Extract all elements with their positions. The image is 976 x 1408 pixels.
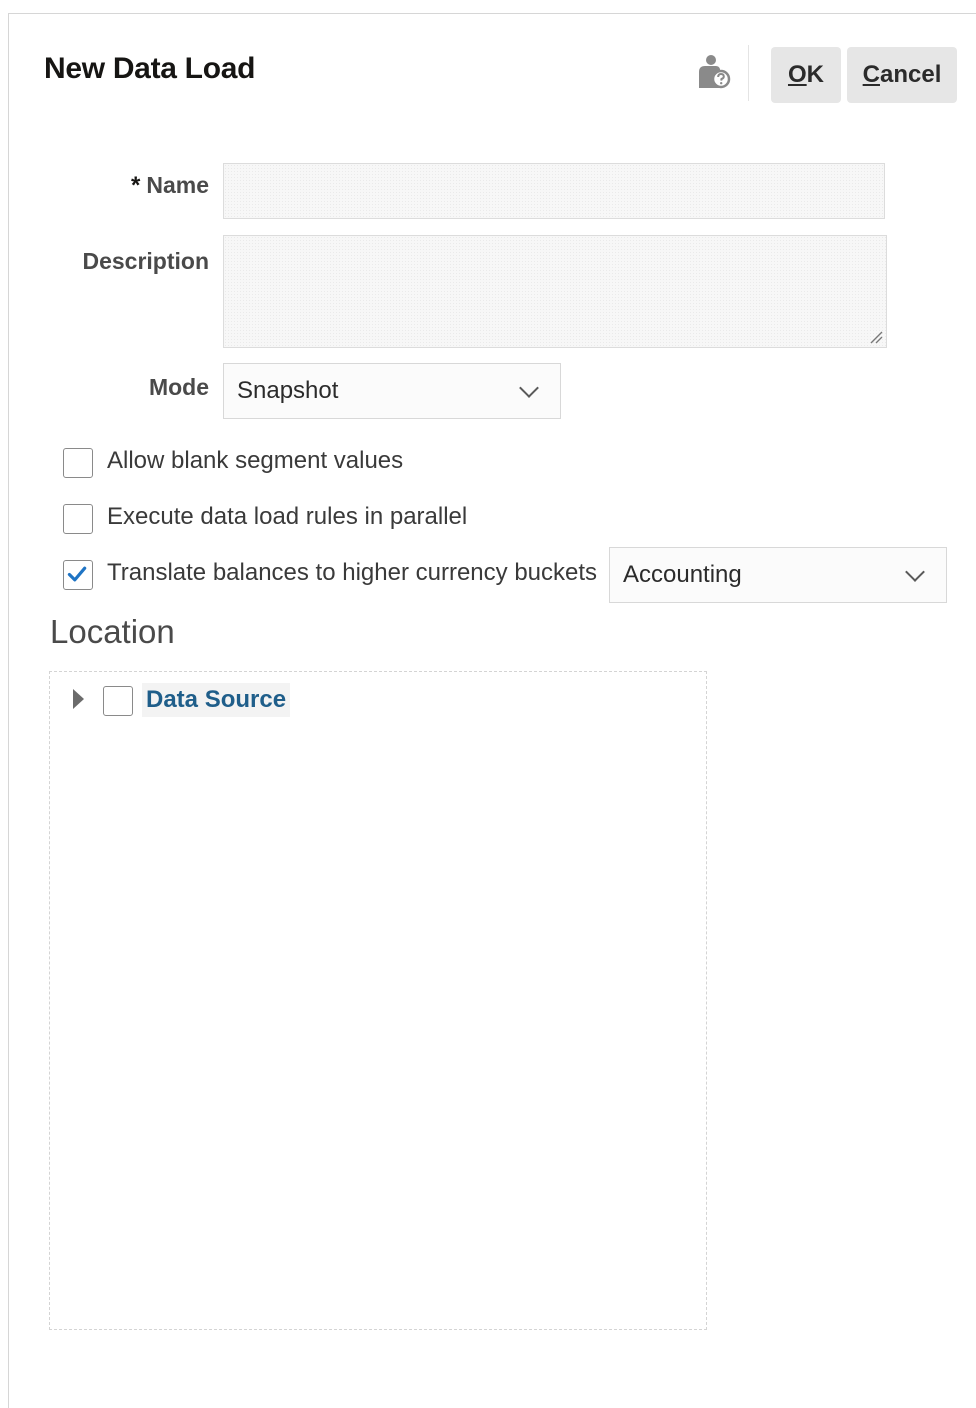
allow-blank-segment-checkbox[interactable] — [63, 448, 93, 478]
location-tree — [49, 671, 707, 1330]
execute-parallel-checkbox[interactable] — [63, 504, 93, 534]
translate-balances-checkbox[interactable] — [63, 560, 93, 590]
dialog-title: New Data Load — [44, 52, 256, 85]
name-label: * Name — [131, 172, 209, 199]
expand-arrow-icon[interactable] — [73, 689, 84, 709]
currency-bucket-value: Accounting — [623, 561, 742, 588]
cancel-button[interactable]: Cancel — [847, 47, 957, 103]
toolbar-divider — [748, 45, 749, 101]
mode-select[interactable]: Snapshot — [223, 363, 561, 419]
execute-parallel-label[interactable]: Execute data load rules in parallel — [107, 503, 467, 531]
data-source-checkbox[interactable] — [103, 686, 133, 716]
allow-blank-segment-label[interactable]: Allow blank segment values — [107, 447, 403, 475]
checkmark-icon — [67, 566, 87, 582]
chevron-down-icon — [519, 378, 539, 398]
translate-balances-label[interactable]: Translate balances to higher currency bu… — [107, 559, 597, 587]
required-asterisk: * — [131, 172, 141, 199]
user-help-icon[interactable] — [696, 52, 732, 90]
name-input[interactable] — [223, 163, 885, 219]
resize-handle-icon[interactable] — [869, 330, 883, 344]
description-label: Description — [82, 248, 209, 274]
currency-bucket-select[interactable]: Accounting — [609, 547, 947, 603]
mode-value: Snapshot — [237, 377, 339, 404]
location-heading: Location — [50, 613, 175, 650]
mode-label: Mode — [148, 374, 209, 400]
ok-button[interactable]: OK — [771, 47, 841, 103]
chevron-down-icon — [905, 562, 925, 582]
tree-node-data-source[interactable]: Data Source — [142, 683, 291, 717]
description-textarea[interactable] — [223, 235, 887, 348]
